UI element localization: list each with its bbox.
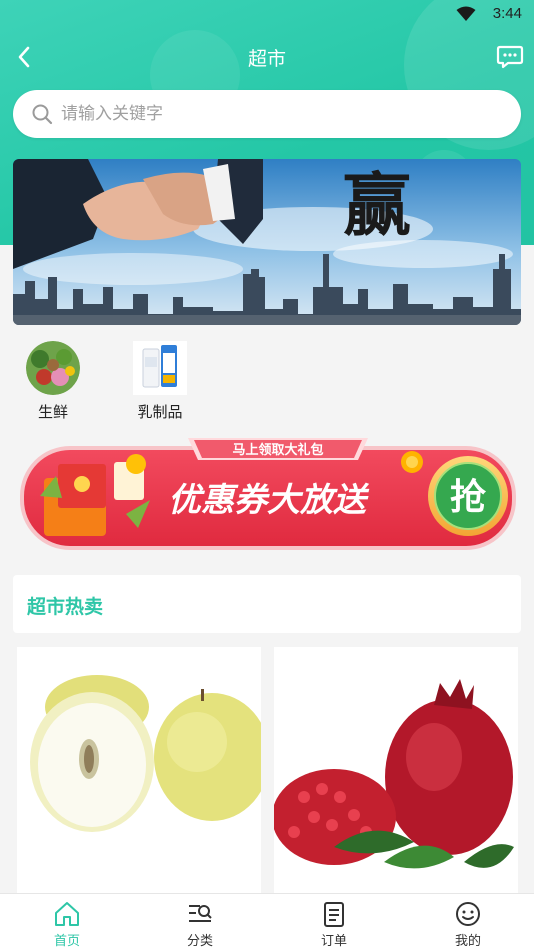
status-bar: 3:44 — [0, 0, 534, 30]
wifi-icon — [456, 6, 476, 21]
search-input[interactable] — [61, 104, 481, 124]
tab-home[interactable]: 首页 — [27, 894, 107, 949]
status-time: 3:44 — [492, 5, 522, 22]
pomegranate-image — [274, 647, 518, 893]
hot-sale-section: 超市热卖 — [13, 575, 521, 633]
grab-button-text[interactable]: 抢 — [450, 476, 487, 518]
tab-orders[interactable]: 订单 — [294, 894, 374, 949]
bottom-tab-bar: 首页 分类 订单 我的 — [0, 893, 534, 949]
fresh-produce-icon — [26, 341, 80, 395]
category-list: 生鲜 乳制品 — [13, 335, 521, 425]
home-icon — [55, 902, 79, 926]
category-label: 乳制品 — [137, 403, 183, 421]
promo-top-text: 马上领取大礼包 — [232, 442, 323, 458]
dairy-icon — [133, 341, 187, 395]
banner-text: 赢 — [343, 166, 411, 246]
category-item-dairy[interactable]: 乳制品 — [120, 335, 200, 422]
category-icon — [189, 905, 212, 922]
promo-main-text: 优惠券大放送 — [168, 480, 370, 519]
pear-image — [17, 647, 261, 893]
page-title: 超市 — [247, 48, 286, 70]
order-icon — [324, 902, 344, 927]
tab-label: 订单 — [320, 934, 347, 949]
tab-label: 首页 — [53, 934, 80, 949]
tab-profile[interactable]: 我的 — [428, 894, 508, 949]
category-item-fresh[interactable]: 生鲜 — [13, 335, 93, 422]
category-label: 生鲜 — [37, 403, 68, 421]
search-bar[interactable] — [13, 90, 521, 138]
section-title: 超市热卖 — [27, 596, 104, 618]
message-icon[interactable] — [496, 44, 524, 70]
tab-label: 我的 — [454, 934, 481, 949]
product-card-pear[interactable] — [17, 647, 261, 893]
search-icon — [32, 104, 53, 125]
product-card-pomegranate[interactable] — [274, 647, 518, 893]
tab-label: 分类 — [186, 934, 213, 949]
banner-image[interactable]: 赢 — [13, 159, 521, 325]
coupon-promo-banner[interactable]: 马上领取大礼包 优惠券大放送 抢 — [18, 436, 518, 556]
profile-icon — [456, 902, 480, 926]
tab-category[interactable]: 分类 — [160, 894, 240, 949]
nav-bar: 超市 — [0, 34, 534, 80]
